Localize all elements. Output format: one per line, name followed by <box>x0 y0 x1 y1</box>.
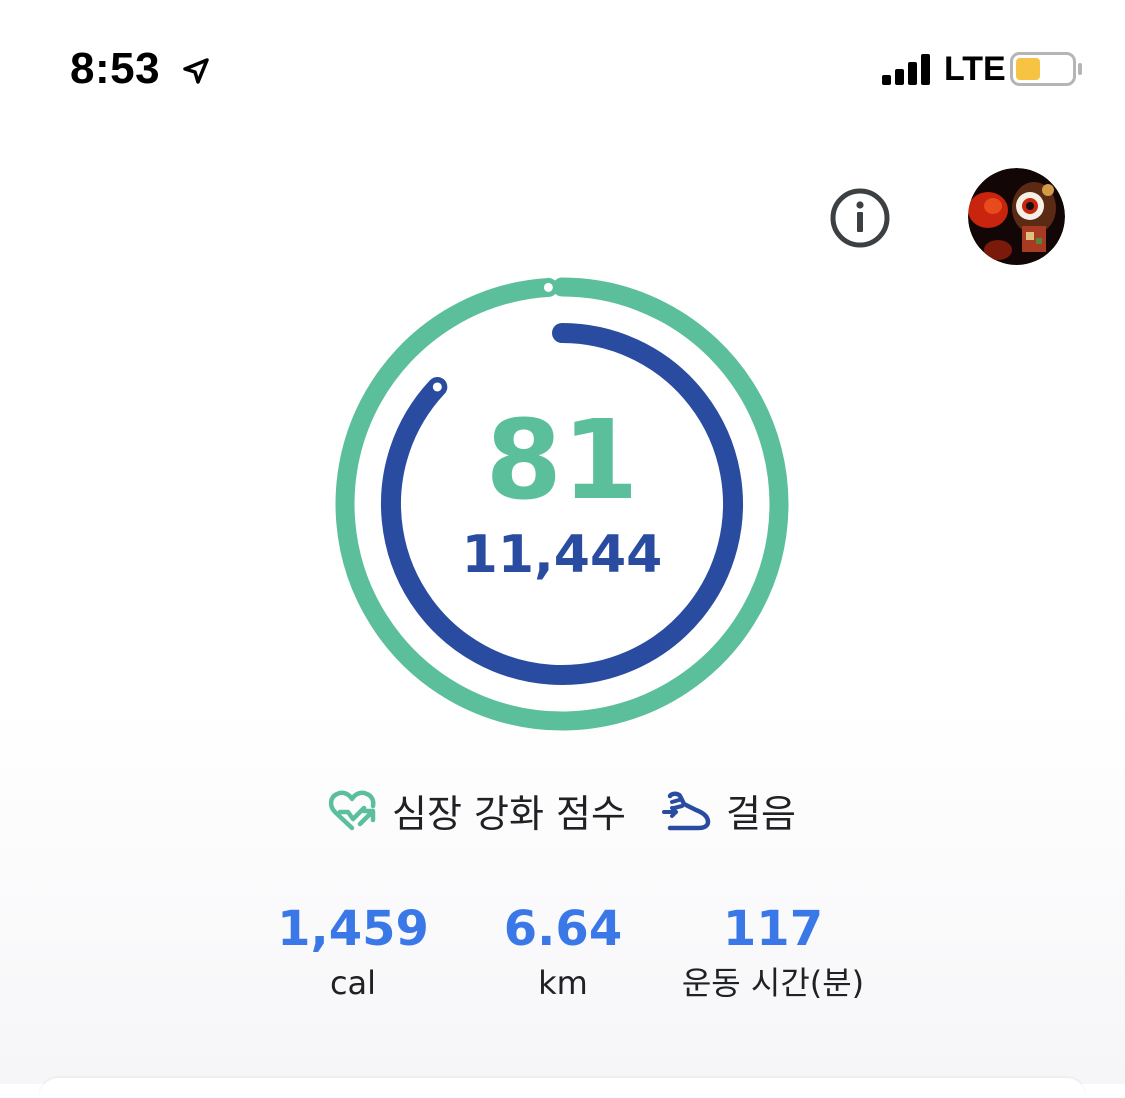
next-card-edge <box>40 1078 1085 1098</box>
heart-points-ring-cap <box>540 279 556 295</box>
info-icon[interactable] <box>828 186 892 250</box>
legend-heart-points[interactable]: 심장 강화 점수 <box>328 780 626 840</box>
location-arrow-icon <box>183 58 209 84</box>
status-bar: 8:53 LTE <box>0 0 1125 140</box>
signal-strength-icon <box>882 54 930 85</box>
battery-icon <box>1010 52 1082 86</box>
network-type: LTE <box>944 50 1006 88</box>
status-time: 8:53 <box>70 44 161 93</box>
rings-legend: 심장 강화 점수 걸음 <box>0 780 1125 840</box>
stat-move-minutes-unit: 운동 시간(분) <box>681 964 865 1002</box>
profile-avatar[interactable] <box>968 168 1065 265</box>
stat-move-minutes-value: 117 <box>722 901 824 957</box>
steps-value: 11,444 <box>461 525 663 585</box>
steps-ring-cap <box>429 379 445 395</box>
legend-heart-points-label: 심장 강화 점수 <box>392 791 626 836</box>
legend-steps-label: 걸음 <box>726 791 796 836</box>
legend-steps[interactable]: 걸음 <box>662 780 796 840</box>
shoe-icon <box>662 791 711 831</box>
heart-arrow-icon <box>328 790 376 831</box>
heart-points-value: 81 <box>485 396 639 524</box>
stat-move-minutes[interactable]: 117 운동 시간(분) <box>643 898 903 1006</box>
